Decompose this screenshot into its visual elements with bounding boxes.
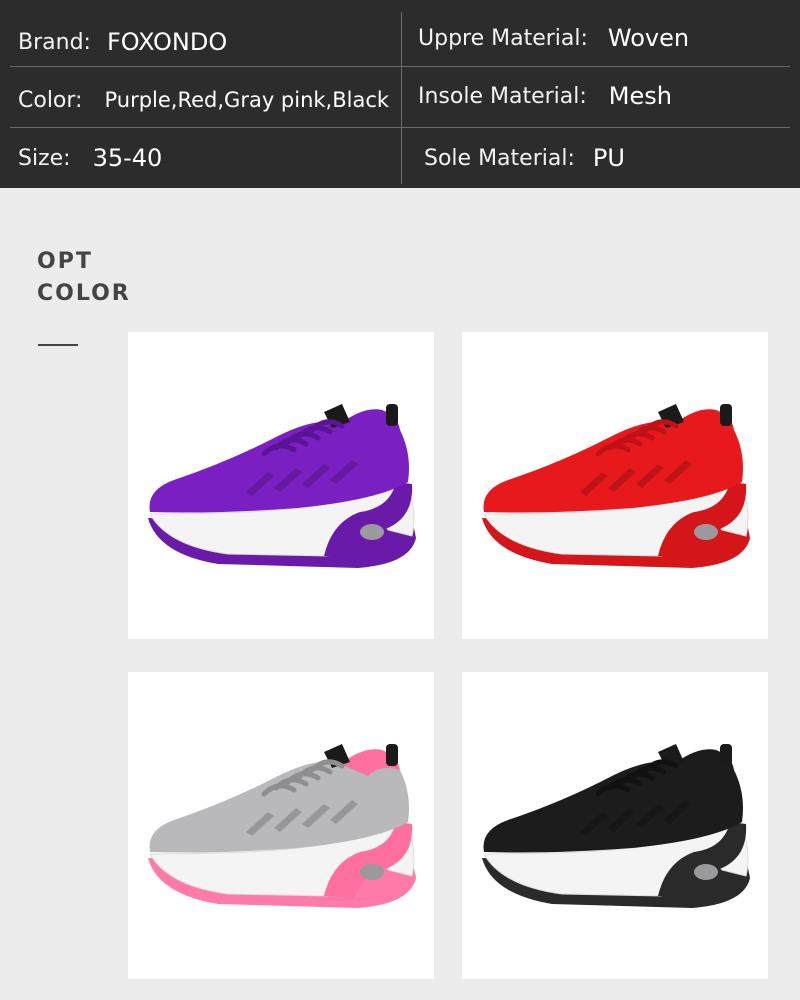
- heel-tab: [386, 744, 398, 766]
- heel-tab: [720, 744, 732, 766]
- spec-size: Size: 35-40: [18, 128, 162, 188]
- heel-tab: [386, 404, 398, 426]
- insole-material-label: Insole Material:: [418, 83, 587, 109]
- heel-tab: [720, 404, 732, 426]
- shoe-card-gray-pink[interactable]: [128, 672, 434, 979]
- heading-underline: [38, 344, 78, 346]
- color-label: Color:: [18, 87, 83, 113]
- section-heading: OPT COLOR: [37, 246, 131, 310]
- shoe-image: [482, 404, 750, 568]
- size-label: Size:: [18, 145, 71, 171]
- spec-sole-material: Sole Material: PU: [424, 128, 625, 188]
- color-value: Purple,Red,Gray pink,Black: [104, 88, 390, 112]
- spec-table: Brand: FOXONDO Uppre Material: Woven Col…: [0, 0, 800, 188]
- shoe-card-purple[interactable]: [128, 332, 434, 639]
- upper-material-label: Uppre Material:: [418, 25, 588, 51]
- heading-line-1: OPT: [37, 249, 93, 274]
- sole-material-value: PU: [592, 144, 625, 172]
- spec-upper-material: Uppre Material: Woven: [418, 8, 689, 68]
- shoe-image: [482, 744, 750, 908]
- heading-line-2: COLOR: [37, 281, 131, 306]
- sole-material-label: Sole Material:: [424, 145, 575, 171]
- air-cushion: [694, 524, 718, 540]
- brand-label: Brand:: [18, 29, 91, 55]
- shoe-image: [148, 404, 416, 568]
- air-cushion: [360, 864, 384, 880]
- shoe-card-black[interactable]: [462, 672, 768, 979]
- spec-insole-material: Insole Material: Mesh: [418, 66, 672, 126]
- shoe-card-red[interactable]: [462, 332, 768, 639]
- brand-value: FOXONDO: [106, 28, 228, 56]
- air-cushion: [360, 524, 384, 540]
- shoe-image: [148, 744, 416, 908]
- spec-brand: Brand: FOXONDO: [18, 12, 227, 72]
- size-value: 35-40: [92, 144, 163, 172]
- insole-material-value: Mesh: [608, 82, 672, 110]
- upper-material-value: Woven: [607, 24, 690, 52]
- air-cushion: [694, 864, 718, 880]
- divider: [401, 12, 402, 184]
- spec-color: Color: Purple,Red,Gray pink,Black: [18, 70, 389, 130]
